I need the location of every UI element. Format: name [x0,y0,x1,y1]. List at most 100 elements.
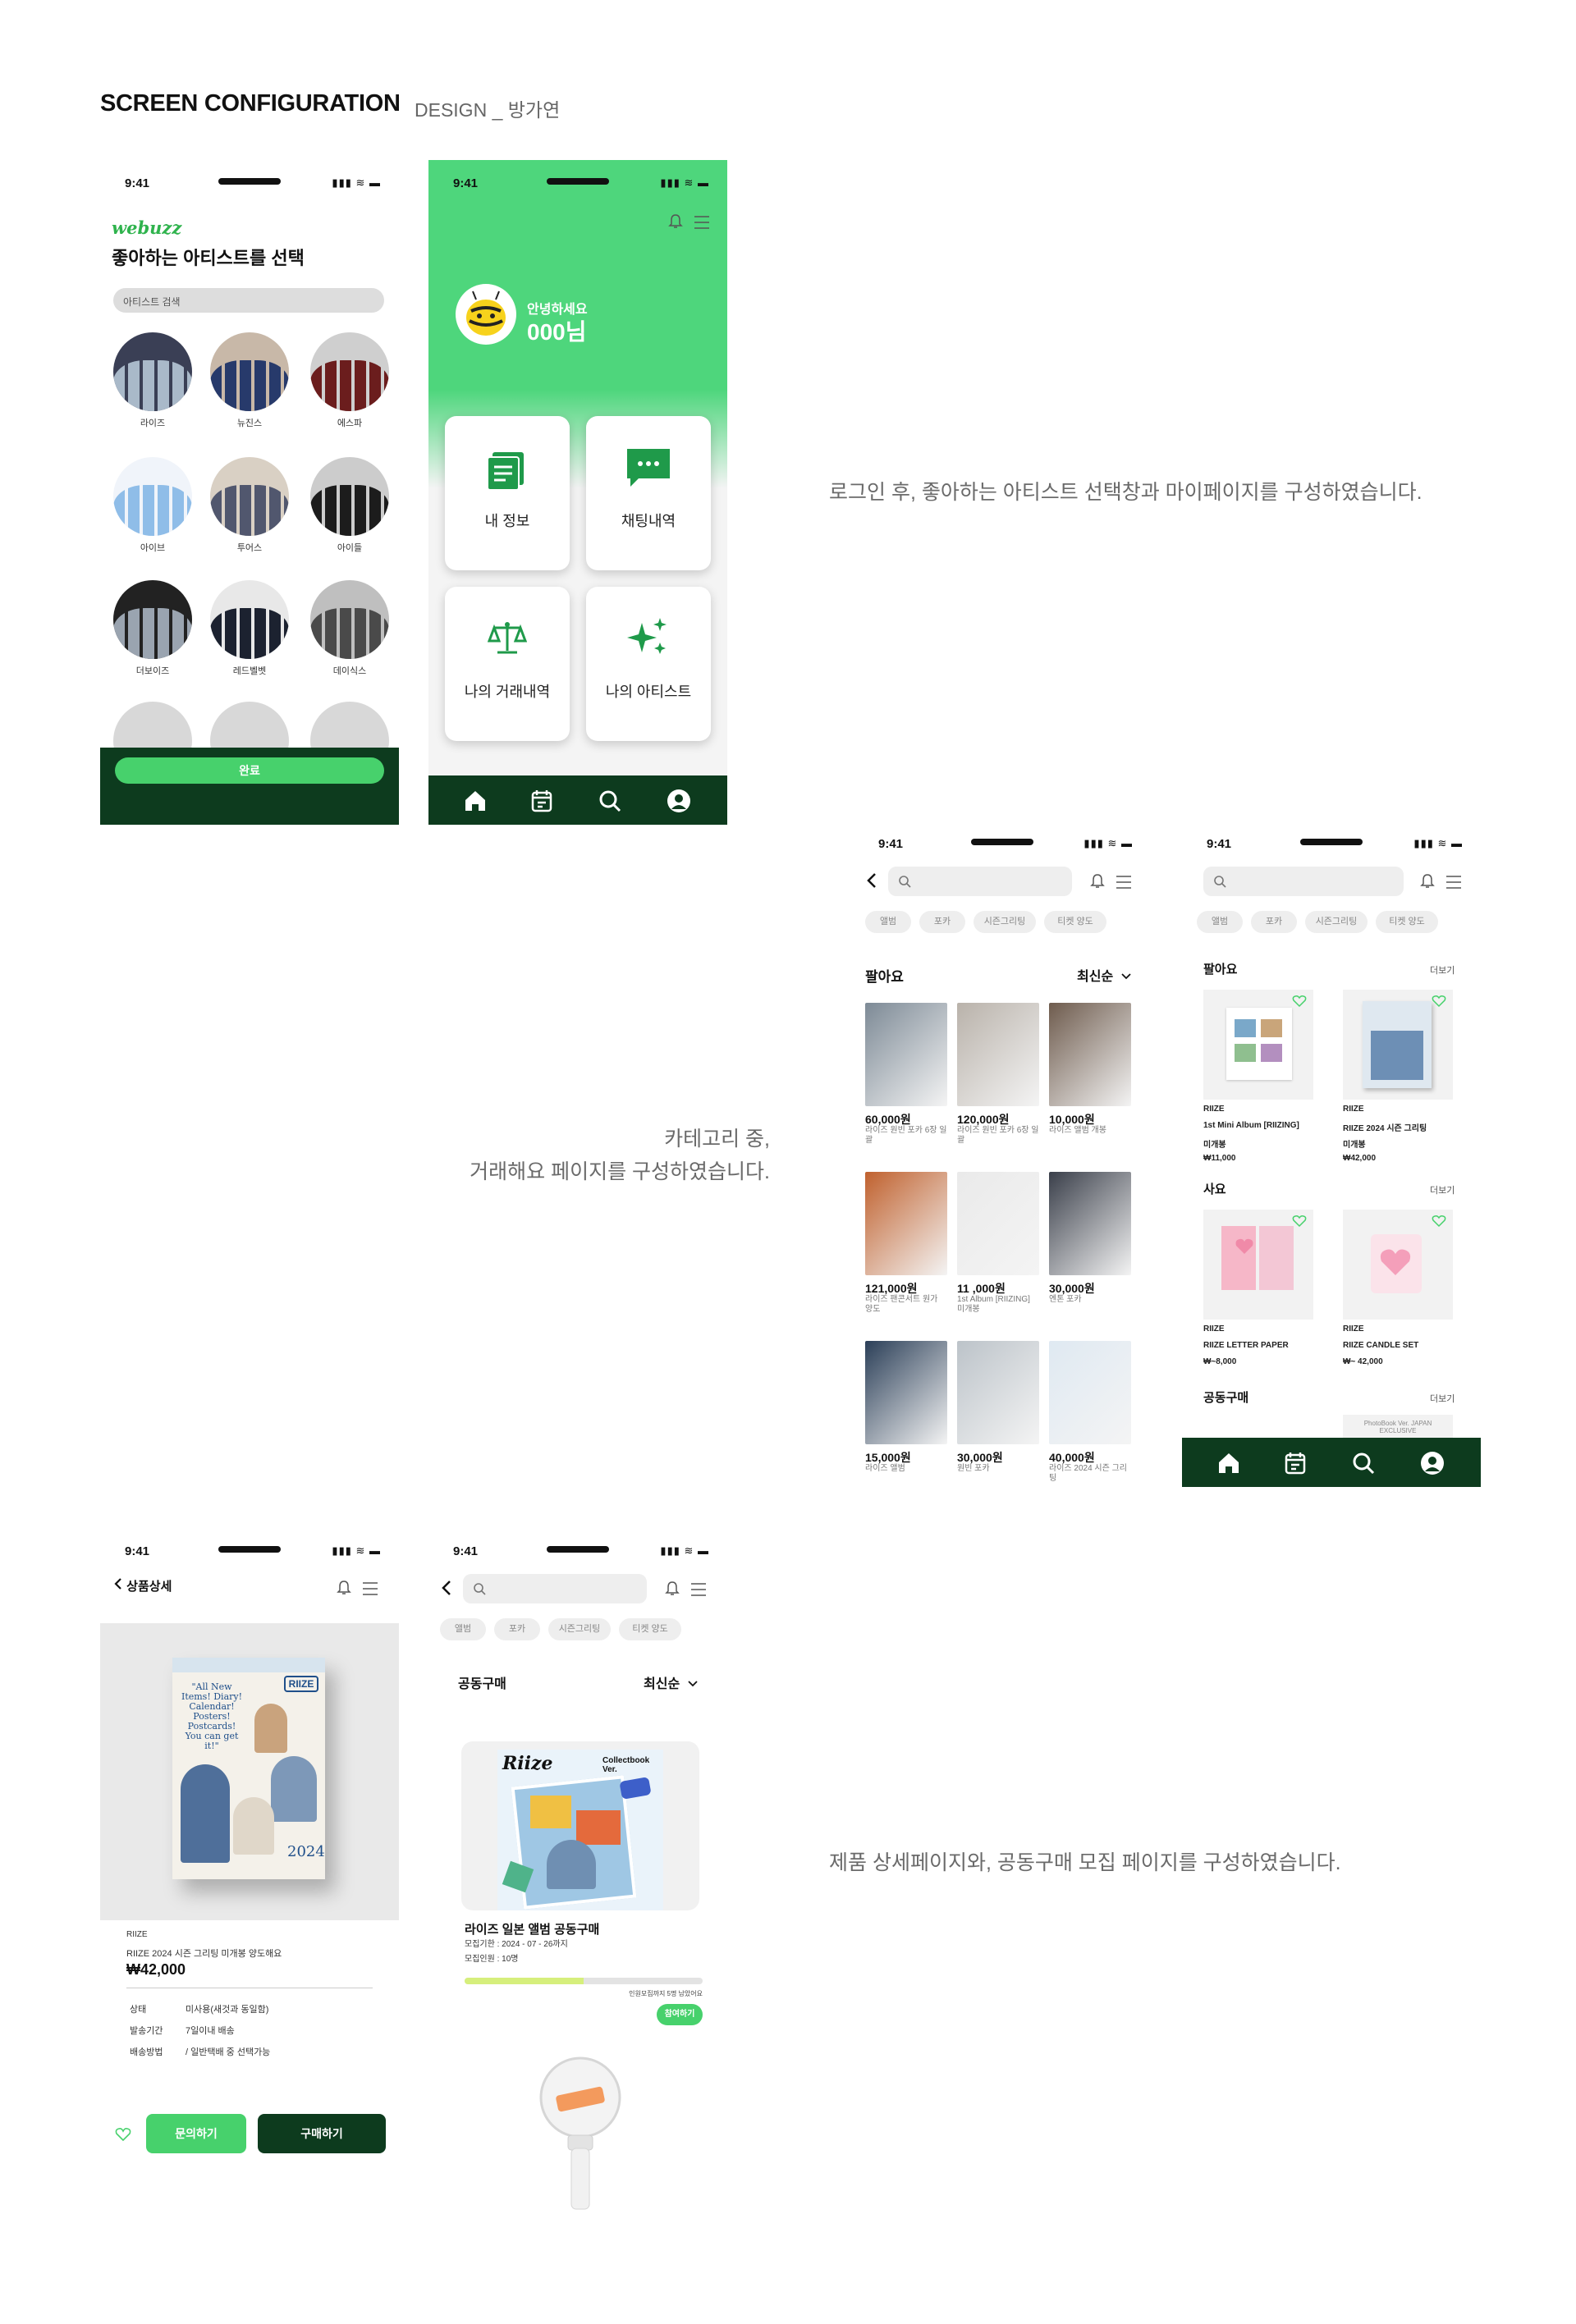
home-group-title: 공동구매 [1203,1391,1249,1405]
chip-season-greeting[interactable]: 시즌그리팅 [548,1618,611,1640]
chip-photocard[interactable]: 포카 [1251,911,1297,933]
card-my-artists-label: 나의 아티스트 [605,684,692,700]
bell-icon[interactable] [335,1579,353,1597]
chip-ticket[interactable]: 티켓 양도 [1044,911,1106,933]
product-thumbnail[interactable] [957,1341,1039,1444]
product-thumbnail[interactable] [865,1172,947,1275]
chip-album[interactable]: 앨범 [865,911,911,933]
ask-button[interactable]: 문의하기 [146,2114,246,2153]
menu-icon[interactable] [693,214,711,231]
card-my-artists[interactable]: 나의 아티스트 [586,587,711,741]
product-description: 라이즈 원빈 포카 6장 일괄 [957,1126,1039,1145]
artist-avatar[interactable] [210,332,289,411]
description-3: 제품 상세페이지와, 공동구매 모집 페이지를 구성하였습니다. [829,1851,1341,1874]
artist-avatar[interactable] [210,580,289,659]
home-icon[interactable] [461,787,489,815]
product-thumbnail[interactable] [957,1172,1039,1275]
cover-year: 2024 [287,1843,325,1860]
search-input[interactable] [1203,867,1404,896]
sort-dropdown[interactable]: 최신순 [1077,965,1132,985]
heart-icon[interactable] [1432,1215,1446,1228]
search-icon[interactable] [596,787,624,815]
artist-avatar[interactable] [210,457,289,536]
bell-icon[interactable] [663,1580,681,1598]
heart-icon[interactable] [1292,1215,1307,1228]
back-chevron-icon[interactable] [440,1579,453,1597]
product-thumbnail[interactable] [957,1003,1039,1106]
group-more-link[interactable]: 더보기 [1430,1392,1455,1405]
chip-season-greeting[interactable]: 시즌그리팅 [974,911,1036,933]
done-button[interactable]: 완료 [115,757,384,784]
bell-icon[interactable] [1088,872,1106,890]
document-icon [487,452,524,490]
select-title: 좋아하는 아티스트를 선택 [112,248,305,268]
search-icon[interactable] [1349,1449,1377,1477]
join-button[interactable]: 참여하기 [657,2004,703,2025]
chip-season-greeting[interactable]: 시즌그리팅 [1305,911,1368,933]
product-thumbnail[interactable] [865,1003,947,1106]
artist-search-placeholder: 아티스트 검색 [123,296,181,308]
buy-more-link[interactable]: 더보기 [1430,1183,1455,1196]
profile-icon[interactable] [665,787,693,815]
chip-album[interactable]: 앨범 [440,1618,486,1640]
bell-icon[interactable] [667,213,685,231]
card-my-info[interactable]: 내 정보 [445,416,570,570]
chip-ticket[interactable]: 티켓 양도 [1376,911,1438,933]
detail-value: / 일반택배 중 선택가능 [186,2047,271,2057]
menu-icon[interactable] [1115,874,1133,890]
chip-ticket[interactable]: 티켓 양도 [619,1618,681,1640]
sell-more-link[interactable]: 더보기 [1430,963,1455,977]
card-my-info-label: 내 정보 [484,513,530,529]
product-thumbnail[interactable] [1049,1341,1131,1444]
product-price: 121,000원 [865,1282,918,1295]
card-my-trades[interactable]: 나의 거래내역 [445,587,570,741]
search-input[interactable] [888,867,1072,896]
menu-icon[interactable] [690,1581,708,1598]
home-icon[interactable] [1215,1449,1243,1477]
product-brand: RIIZE [1343,1105,1364,1114]
product-price: 60,000원 [865,1113,911,1126]
cover-brand: RIIZE [284,1676,318,1692]
product-image[interactable] [1203,1210,1313,1320]
heart-icon[interactable] [115,2127,131,2142]
chip-photocard[interactable]: 포카 [494,1618,540,1640]
artist-search-input[interactable]: 아티스트 검색 [113,288,384,313]
product-price: ₩~8,000 [1203,1357,1237,1366]
chip-photocard[interactable]: 포카 [919,911,965,933]
card-chat-history[interactable]: 채팅내역 [586,416,711,570]
calendar-edit-icon[interactable] [529,787,557,815]
webuzz-logo: webuzz [112,217,182,238]
heart-icon[interactable] [1432,995,1446,1008]
product-image[interactable] [1343,990,1453,1100]
product-image[interactable] [1343,1210,1453,1320]
album-cover: Riize Collectbook Ver. [497,1750,663,1910]
artist-avatar[interactable] [310,332,389,411]
profile-icon[interactable] [1418,1449,1446,1477]
artist-avatar[interactable] [113,332,192,411]
heart-icon[interactable] [1292,995,1307,1008]
calendar-edit-icon[interactable] [1282,1449,1310,1477]
heart-shape [1235,1238,1253,1254]
product-thumbnail[interactable] [865,1341,947,1444]
chip-album[interactable]: 앨범 [1197,911,1243,933]
bell-icon[interactable] [1418,872,1436,890]
product-image[interactable] [1203,990,1313,1100]
product-thumbnail[interactable] [1049,1172,1131,1275]
group-item-image[interactable]: Riize Collectbook Ver. [461,1741,699,1910]
artist-avatar[interactable] [310,580,389,659]
menu-icon[interactable] [1445,874,1463,890]
product-thumbnail[interactable] [1049,1003,1131,1106]
menu-icon[interactable] [361,1581,379,1597]
sort-dropdown[interactable]: 최신순 [644,1672,699,1692]
status-bar: 9:41 ▮▮▮ ≋ ▬ [854,821,1151,870]
card-chat-history-label: 채팅내역 [621,513,676,529]
artist-name: 더보이즈 [135,666,170,676]
buy-button[interactable]: 구매하기 [258,2114,386,2153]
artist-avatar[interactable] [113,457,192,536]
bee-avatar-icon [456,284,516,345]
back-button[interactable]: 상품상세 [113,1577,172,1594]
back-chevron-icon[interactable] [865,872,878,890]
search-input[interactable] [463,1574,647,1603]
artist-avatar[interactable] [113,580,192,659]
artist-avatar[interactable] [310,457,389,536]
